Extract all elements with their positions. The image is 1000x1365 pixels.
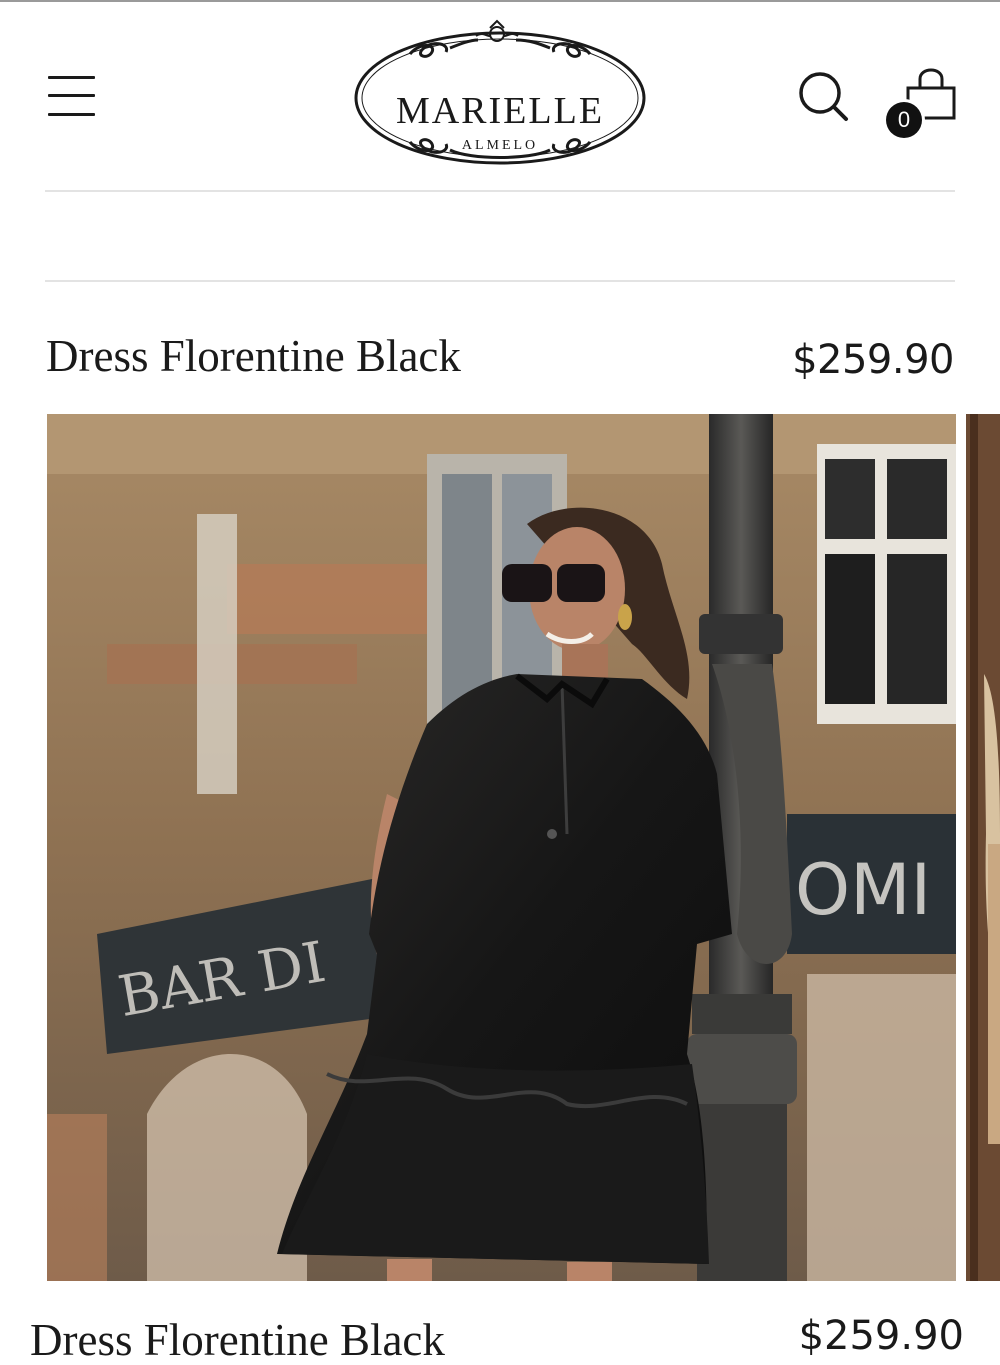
- brand-location: ALMELO: [461, 138, 539, 153]
- next-product-price: $259.90: [798, 1313, 964, 1359]
- next-product-title[interactable]: Dress Florentine Black: [30, 1318, 445, 1363]
- cart-button[interactable]: 0: [884, 64, 960, 140]
- hamburger-menu-icon[interactable]: [48, 74, 96, 118]
- product-price: $259.90: [792, 337, 954, 383]
- next-product-image-peek[interactable]: [966, 414, 1000, 1281]
- cart-count-badge: 0: [886, 102, 922, 138]
- section-divider: [45, 280, 955, 282]
- header-divider: [45, 190, 955, 192]
- top-border: [0, 0, 1000, 2]
- svg-text:OMI: OMI: [795, 849, 931, 931]
- brand-logo[interactable]: MARIELLE ALMELO: [350, 18, 650, 176]
- product-title[interactable]: Dress Florentine Black: [46, 334, 461, 379]
- search-icon[interactable]: [797, 70, 851, 124]
- brand-name: MARIELLE: [395, 90, 605, 132]
- product-image[interactable]: BAR DI OMI: [47, 414, 956, 1281]
